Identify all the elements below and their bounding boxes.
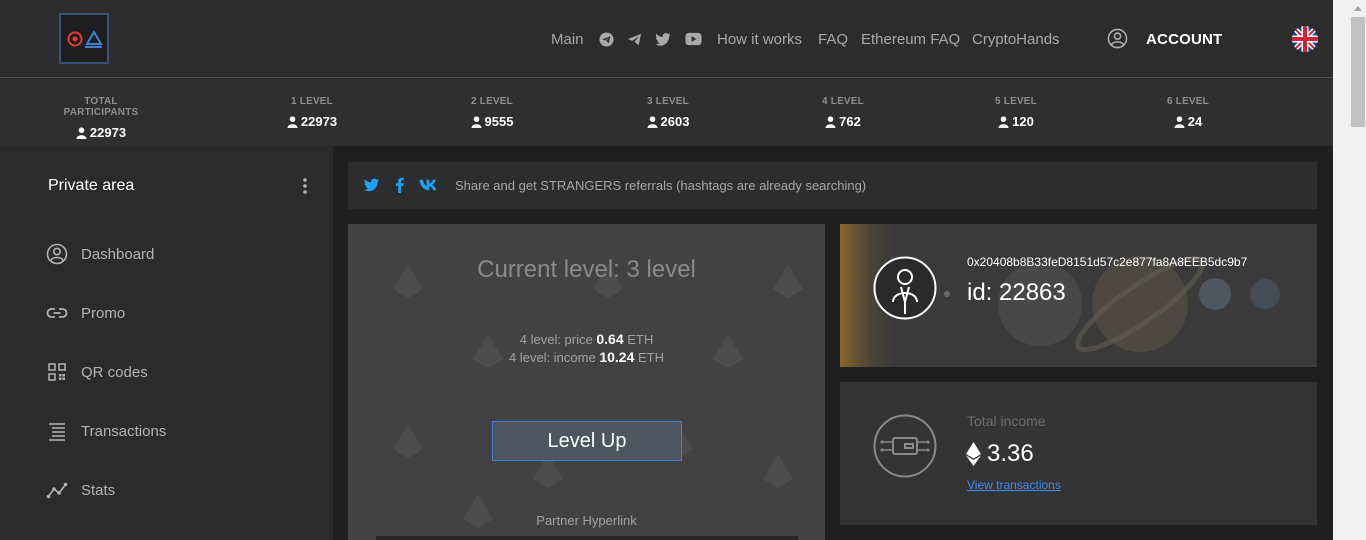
stat-value: 120 (1012, 114, 1034, 129)
income-value: 10.24 (599, 349, 635, 365)
wallet-circuit-icon (873, 414, 937, 478)
sidebar-item-dashboard[interactable]: Dashboard (46, 243, 154, 265)
user-icon (1174, 115, 1185, 128)
twitter-icon[interactable] (655, 32, 671, 47)
facebook-share-icon[interactable] (395, 177, 404, 193)
stat-label: 3 LEVEL (647, 96, 689, 107)
wallet-address: 0x20408b8B33feD8151d57c2e877fa8A8EEB5dc9… (967, 255, 1248, 269)
nav-faq[interactable]: FAQ (818, 31, 848, 48)
twitter-share-icon[interactable] (363, 178, 380, 192)
sidebar-item-stats[interactable]: Stats (46, 479, 115, 501)
stat-label: TOTAL PARTICIPANTS (63, 96, 139, 118)
qr-code-icon (48, 363, 66, 381)
stat-level-4: 4 LEVEL 762 (813, 96, 873, 129)
partner-hyperlink-label: Partner Hyperlink (536, 513, 637, 528)
income-currency: ETH (638, 350, 664, 365)
scrollbar-thumb[interactable] (1351, 17, 1365, 127)
youtube-icon[interactable] (685, 32, 702, 46)
next-level-income: 4 level: income 10.24 ETH (348, 349, 825, 365)
scroll-up-arrow-icon[interactable] (1353, 4, 1363, 12)
account-link[interactable]: ACCOUNT (1146, 31, 1222, 48)
telegram-circle-icon[interactable] (599, 32, 614, 47)
sidebar-item-label: Stats (81, 481, 116, 499)
list-icon (49, 423, 65, 441)
stats-icon (46, 482, 68, 499)
nav-how-it-works[interactable]: How it works (717, 31, 802, 48)
sidebar-item-label: QR codes (81, 363, 148, 381)
nav-cryptohands[interactable]: CryptoHands (972, 31, 1060, 48)
stat-value: 22973 (89, 125, 127, 140)
level-up-button[interactable]: Level Up (492, 421, 682, 461)
stat-level-3: 3 LEVEL 2603 (638, 96, 698, 129)
stat-label: 4 LEVEL (822, 96, 864, 107)
user-icon (998, 115, 1009, 128)
sidebar-item-label: Transactions (81, 422, 167, 440)
logo-mark-icon (67, 30, 103, 48)
stat-level-6: 6 LEVEL 24 (1158, 96, 1218, 129)
ethereum-icon (966, 442, 981, 466)
stat-level-5: 5 LEVEL 120 (986, 96, 1046, 129)
user-icon (76, 126, 87, 139)
stat-level-1: 1 LEVEL 22973 (282, 96, 342, 129)
astronaut-avatar-icon (873, 256, 937, 320)
user-icon (287, 115, 298, 128)
sidebar-item-qr-codes[interactable]: QR codes (46, 361, 148, 383)
user-id: id: 22863 (967, 279, 1066, 306)
nav-ethereum-faq[interactable]: Ethereum FAQ (861, 31, 960, 48)
total-income-label: Total income (967, 413, 1046, 429)
stat-level-2: 2 LEVEL 9555 (462, 96, 522, 129)
stat-label: 5 LEVEL (995, 96, 1037, 107)
total-income: 3.36 (966, 440, 1034, 468)
more-options-icon[interactable] (302, 177, 308, 195)
sidebar-item-label: Dashboard (81, 245, 155, 263)
nav-main[interactable]: Main (551, 31, 584, 48)
price-value: 0.64 (596, 331, 624, 347)
view-transactions-link[interactable]: View transactions (967, 478, 1061, 492)
stat-value: 762 (839, 114, 861, 129)
user-circle-icon (46, 243, 68, 265)
partner-hyperlink-field[interactable] (376, 536, 798, 540)
stat-label: 2 LEVEL (471, 96, 513, 107)
stat-value: 24 (1187, 114, 1203, 129)
total-income-value: 3.36 (987, 440, 1034, 467)
uk-flag-icon[interactable] (1292, 26, 1318, 52)
sidebar-item-label: Promo (81, 304, 126, 322)
price-currency: ETH (627, 332, 654, 347)
vk-share-icon[interactable] (419, 179, 439, 191)
account-icon[interactable] (1107, 28, 1128, 49)
stat-label: 1 LEVEL (291, 96, 333, 107)
stat-value: 9555 (484, 114, 514, 129)
share-text: Share and get STRANGERS referrals (hasht… (455, 178, 867, 193)
link-icon (46, 308, 68, 318)
user-icon (825, 115, 836, 128)
stat-label: 6 LEVEL (1167, 96, 1209, 107)
telegram-icon[interactable] (627, 32, 642, 47)
price-prefix: 4 level: price (519, 332, 593, 347)
income-prefix: 4 level: income (508, 350, 596, 365)
user-icon (471, 115, 482, 128)
user-icon (647, 115, 658, 128)
stat-value: 2603 (660, 114, 690, 129)
sidebar-item-transactions[interactable]: Transactions (46, 420, 166, 442)
logo[interactable] (59, 13, 109, 64)
next-level-price: 4 level: price 0.64 ETH (348, 331, 825, 347)
sidebar-item-promo[interactable]: Promo (46, 302, 125, 324)
sidebar-title: Private area (48, 177, 135, 194)
current-level-title: Current level: 3 level (477, 256, 696, 283)
stat-total-participants: TOTAL PARTICIPANTS 22973 (47, 96, 155, 140)
stat-value: 22973 (300, 114, 338, 129)
